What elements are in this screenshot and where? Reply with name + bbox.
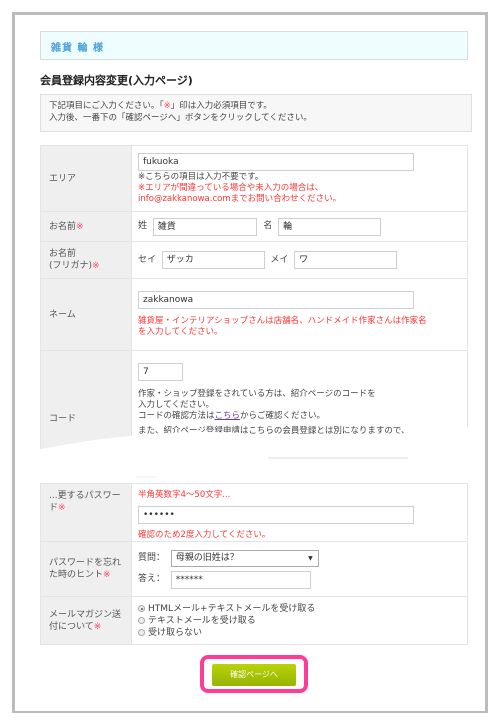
row-furigana: お名前 (フリガナ)※ セイ ザッカ メイ ワ: [40, 241, 468, 279]
last-name-kana-input[interactable]: ザッカ: [161, 251, 265, 269]
row-name: お名前※ 姓 雑貨 名 輪: [40, 211, 468, 242]
row-display-name: ネーム zakkanowa 雑貨屋・インテリアショップさんは店舗名、ハンドメイド…: [40, 278, 468, 351]
first-name-kana-input[interactable]: ワ: [294, 251, 398, 269]
required-mark: ※: [103, 570, 111, 580]
instructions-notice: 下記項目にご入力ください。「※」印は入力必須項目です。 入力後、一番下の「確認ペ…: [40, 94, 472, 132]
question-select[interactable]: 母親の旧姓は？ ▼: [170, 549, 319, 567]
password-confirm-input[interactable]: ••••••: [138, 506, 414, 524]
page-title: 会員登録内容変更(入力ページ): [40, 74, 193, 87]
row-area: エリア fukuoka ※こちらの項目は入力不要です。 ※エリアが間違っている場…: [40, 145, 468, 212]
label-display-name: ネーム: [40, 278, 132, 351]
profile-form-lower: ...更するパスワー ド※ 半角英数字4～50文字... •••••• 確認のた…: [40, 483, 468, 645]
confirm-page-button[interactable]: 確認ページへ: [212, 664, 296, 686]
password-confirm-note: 確認のため2度入力してください。: [138, 530, 271, 540]
area-input[interactable]: fukuoka: [138, 152, 414, 171]
display-name-note-1: 雑貨屋・インテリアショップさんは店舗名、ハンドメイド作家さんは作家名: [138, 316, 427, 326]
row-newsletter: メールマガジン送 付について※ HTMLメール+テキストメールを受け取る テキス…: [40, 596, 468, 645]
dropdown-arrow-icon: ▼: [308, 554, 313, 562]
first-name-kana-label: メイ: [270, 254, 289, 265]
area-note: ※こちらの項目は入力不要です。: [138, 171, 264, 182]
profile-form-upper: エリア fukuoka ※こちらの項目は入力不要です。 ※エリアが間違っている場…: [40, 145, 468, 461]
radio-unchecked-icon[interactable]: [138, 617, 145, 624]
first-name-input[interactable]: 輪: [278, 217, 382, 236]
question-label: 質問：: [138, 552, 166, 563]
row-password: ...更するパスワー ド※ 半角英数字4～50文字... •••••• 確認のた…: [40, 483, 468, 542]
code-input[interactable]: 7: [138, 363, 183, 381]
radio-checked-icon[interactable]: [138, 605, 145, 612]
label-area: エリア: [40, 145, 132, 212]
notice-line-1: 下記項目にご入力ください。「※」印は入力必須項目です。: [49, 101, 272, 111]
notice-line-2: 入力後、一番下の「確認ページへ」ボタンをクリックしてください。: [49, 113, 312, 123]
label-newsletter: メールマガジン送 付について※: [40, 596, 132, 645]
answer-input[interactable]: ******: [170, 570, 311, 589]
first-name-label: 名: [263, 221, 273, 231]
newsletter-option-text[interactable]: テキストメールを受け取る: [138, 615, 461, 627]
code-text-2: 入力してください。: [138, 400, 214, 410]
area-warning-1: ※エリアが間違っている場合や未入力の場合は、: [138, 182, 324, 193]
last-name-label: 姓: [138, 221, 148, 231]
last-name-kana-label: セイ: [138, 254, 157, 265]
radio-unchecked-icon[interactable]: [138, 629, 145, 636]
user-name: 雑貨 輪 様: [51, 43, 104, 54]
required-mark: ※: [58, 503, 66, 513]
label-password-hint: パスワードを忘れ た時のヒント※: [40, 541, 132, 597]
display-name-input[interactable]: zakkanowa: [138, 291, 414, 309]
last-name-input[interactable]: 雑貨: [152, 217, 257, 236]
row-password-hint: パスワードを忘れ た時のヒント※ 質問： 母親の旧姓は？ ▼ 答え： ******: [40, 541, 468, 597]
password-hint: 半角英数字4～50文字...: [138, 490, 231, 500]
label-furigana: お名前 (フリガナ)※: [40, 241, 132, 279]
newsletter-option-none[interactable]: 受け取らない: [138, 627, 461, 639]
label-name: お名前※: [40, 211, 132, 242]
user-name-bar: 雑貨 輪 様: [40, 31, 468, 60]
label-password: ...更するパスワー ド※: [40, 483, 132, 542]
code-text-1: 作家・ショップ登録をされている方は、紹介ページのコードを: [138, 389, 376, 399]
required-mark: ※: [163, 101, 171, 111]
required-mark: ※: [93, 621, 102, 632]
required-mark: ※: [92, 261, 100, 271]
required-mark: ※: [76, 221, 84, 232]
newsletter-option-html[interactable]: HTMLメール+テキストメールを受け取る: [138, 603, 461, 615]
display-name-note-2: を入力してください。: [138, 327, 223, 337]
answer-label: 答え：: [138, 574, 166, 584]
area-warning-2: info@zakkanowa.comまでお問い合わせください。: [138, 193, 342, 204]
